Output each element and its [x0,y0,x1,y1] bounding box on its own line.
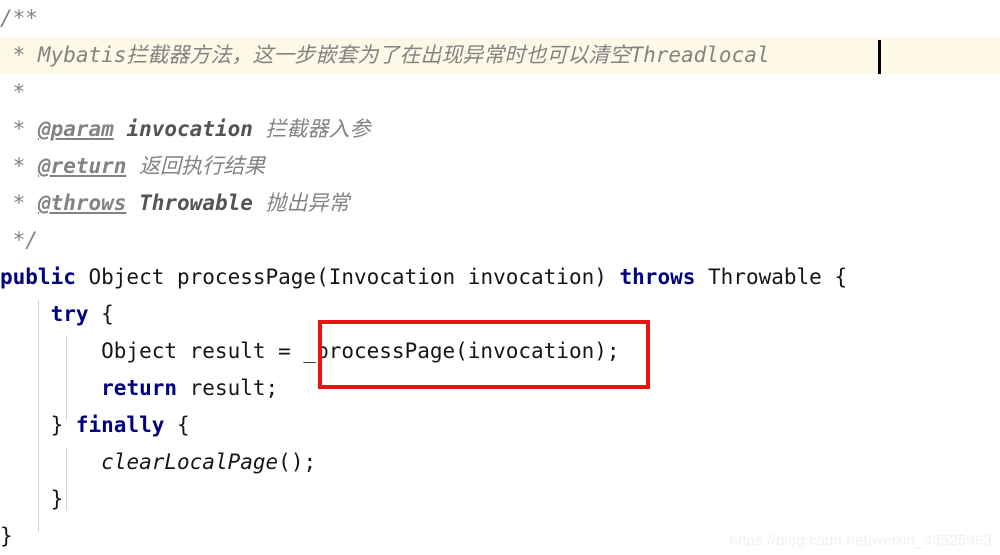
code-token: clearLocalPage [101,450,279,474]
code-token: 拦截器入参 [252,117,371,141]
code-line-8[interactable]: public Object processPage(Invocation inv… [0,259,1000,296]
text-caret [878,40,881,74]
code-line-6[interactable]: * @throws Throwable 抛出异常 [0,185,1000,222]
code-token: * [0,191,38,215]
code-line-5[interactable]: * @return 返回执行结果 [0,148,1000,185]
code-token: 返回执行结果 [126,154,266,178]
code-token: Throwable [139,191,253,215]
code-token: result; [177,376,279,400]
indent-guide-level-1 [38,300,39,532]
code-line-2[interactable]: * Mybatis拦截器方法，这一步嵌套为了在出现异常时也可以清空Threadl… [0,37,1000,74]
indent-guide-level-3 [66,448,67,510]
code-token: } [0,524,13,548]
code-token: Object processPage(Invocation invocation… [75,265,620,289]
code-token: * [0,117,38,141]
code-token: * [0,154,38,178]
code-token: try [50,302,89,326]
code-token: throws [619,265,696,289]
code-line-9[interactable]: try { [0,296,1000,333]
code-token: return [101,376,178,400]
indent-guide-level-2 [66,337,67,421]
code-token: */ [0,228,38,252]
code-line-3[interactable]: * [0,74,1000,111]
code-token: /** [0,6,38,30]
code-line-10[interactable]: Object result = _processPage(invocation)… [0,333,1000,370]
code-line-7[interactable]: */ [0,222,1000,259]
code-token: invocation [126,117,253,141]
code-line-1[interactable]: /** [0,0,1000,37]
watermark-url: https://blog.csdn.net/weixin_43525993 [729,532,992,549]
code-line-11[interactable]: return result; [0,370,1000,407]
code-line-4[interactable]: * @param invocation 拦截器入参 [0,111,1000,148]
code-line-12[interactable]: } finally { [0,407,1000,444]
code-line-13[interactable]: clearLocalPage(); [0,444,1000,481]
code-token: @return [37,154,127,178]
code-token: { [164,413,190,437]
code-lines-container[interactable]: /** * Mybatis拦截器方法，这一步嵌套为了在出现异常时也可以清空Thr… [0,0,1000,555]
code-token: 抛出异常 [252,191,350,215]
code-token: @param [37,117,114,141]
code-token: Object result = _processPage(invocation)… [0,339,620,363]
code-editor[interactable]: /** * Mybatis拦截器方法，这一步嵌套为了在出现异常时也可以清空Thr… [0,0,1000,555]
code-token: Throwable { [695,265,848,289]
code-token: finally [75,413,165,437]
code-token: public [0,265,76,289]
code-token: { [88,302,114,326]
code-token: } [0,487,64,511]
code-token: (); [278,450,317,474]
code-line-14[interactable]: } [0,481,1000,518]
code-token: * Mybatis拦截器方法，这一步嵌套为了在出现异常时也可以清空Threadl… [0,43,770,67]
code-token: * [0,80,26,104]
code-token: @throws [37,191,127,215]
